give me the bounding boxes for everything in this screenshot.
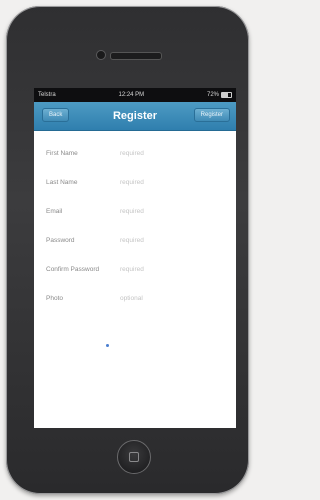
battery-percent: 72% [206,92,219,98]
last-name-input[interactable]: required [114,179,144,186]
password-label: Password [46,237,75,244]
home-square-icon [129,452,139,462]
earpiece-speaker [110,52,162,60]
password-row[interactable]: Password required [34,226,236,255]
first-name-label: First Name [46,150,78,157]
carrier-label: Telstra [38,92,56,98]
first-name-row[interactable]: First Name required [34,139,236,168]
back-button[interactable]: Back [42,108,70,122]
navigation-bar: Back Register Register [34,102,236,131]
phone-device: Telstra 12:24 PM 72% Back Register Regis… [6,6,249,494]
status-right: 72% [207,92,232,98]
status-time: 12:24 PM [118,92,145,98]
register-button[interactable]: Register [193,108,230,122]
status-bar: Telstra 12:24 PM 72% [34,88,236,102]
battery-icon [221,92,232,98]
confirm-password-row[interactable]: Confirm Password required [34,255,236,284]
first-name-input[interactable]: required [114,150,144,157]
photo-input[interactable]: optional [114,295,143,302]
home-button[interactable] [117,440,151,474]
confirm-password-label: Confirm Password [46,266,100,273]
email-row[interactable]: Email required [34,197,236,226]
confirm-password-input[interactable]: required [114,266,144,273]
photo-row[interactable]: Photo optional [34,284,236,313]
last-name-row[interactable]: Last Name required [34,168,236,197]
password-input[interactable]: required [114,237,144,244]
last-name-label: Last Name [46,179,78,186]
page-title: Register [112,110,158,122]
activity-indicator [106,344,109,347]
email-label: Email [46,208,63,215]
app-screen: Telstra 12:24 PM 72% Back Register Regis… [34,88,236,428]
email-input[interactable]: required [114,208,144,215]
registration-form: First Name required Last Name required E… [34,131,236,313]
photo-label: Photo [46,295,63,302]
front-camera [96,50,106,60]
